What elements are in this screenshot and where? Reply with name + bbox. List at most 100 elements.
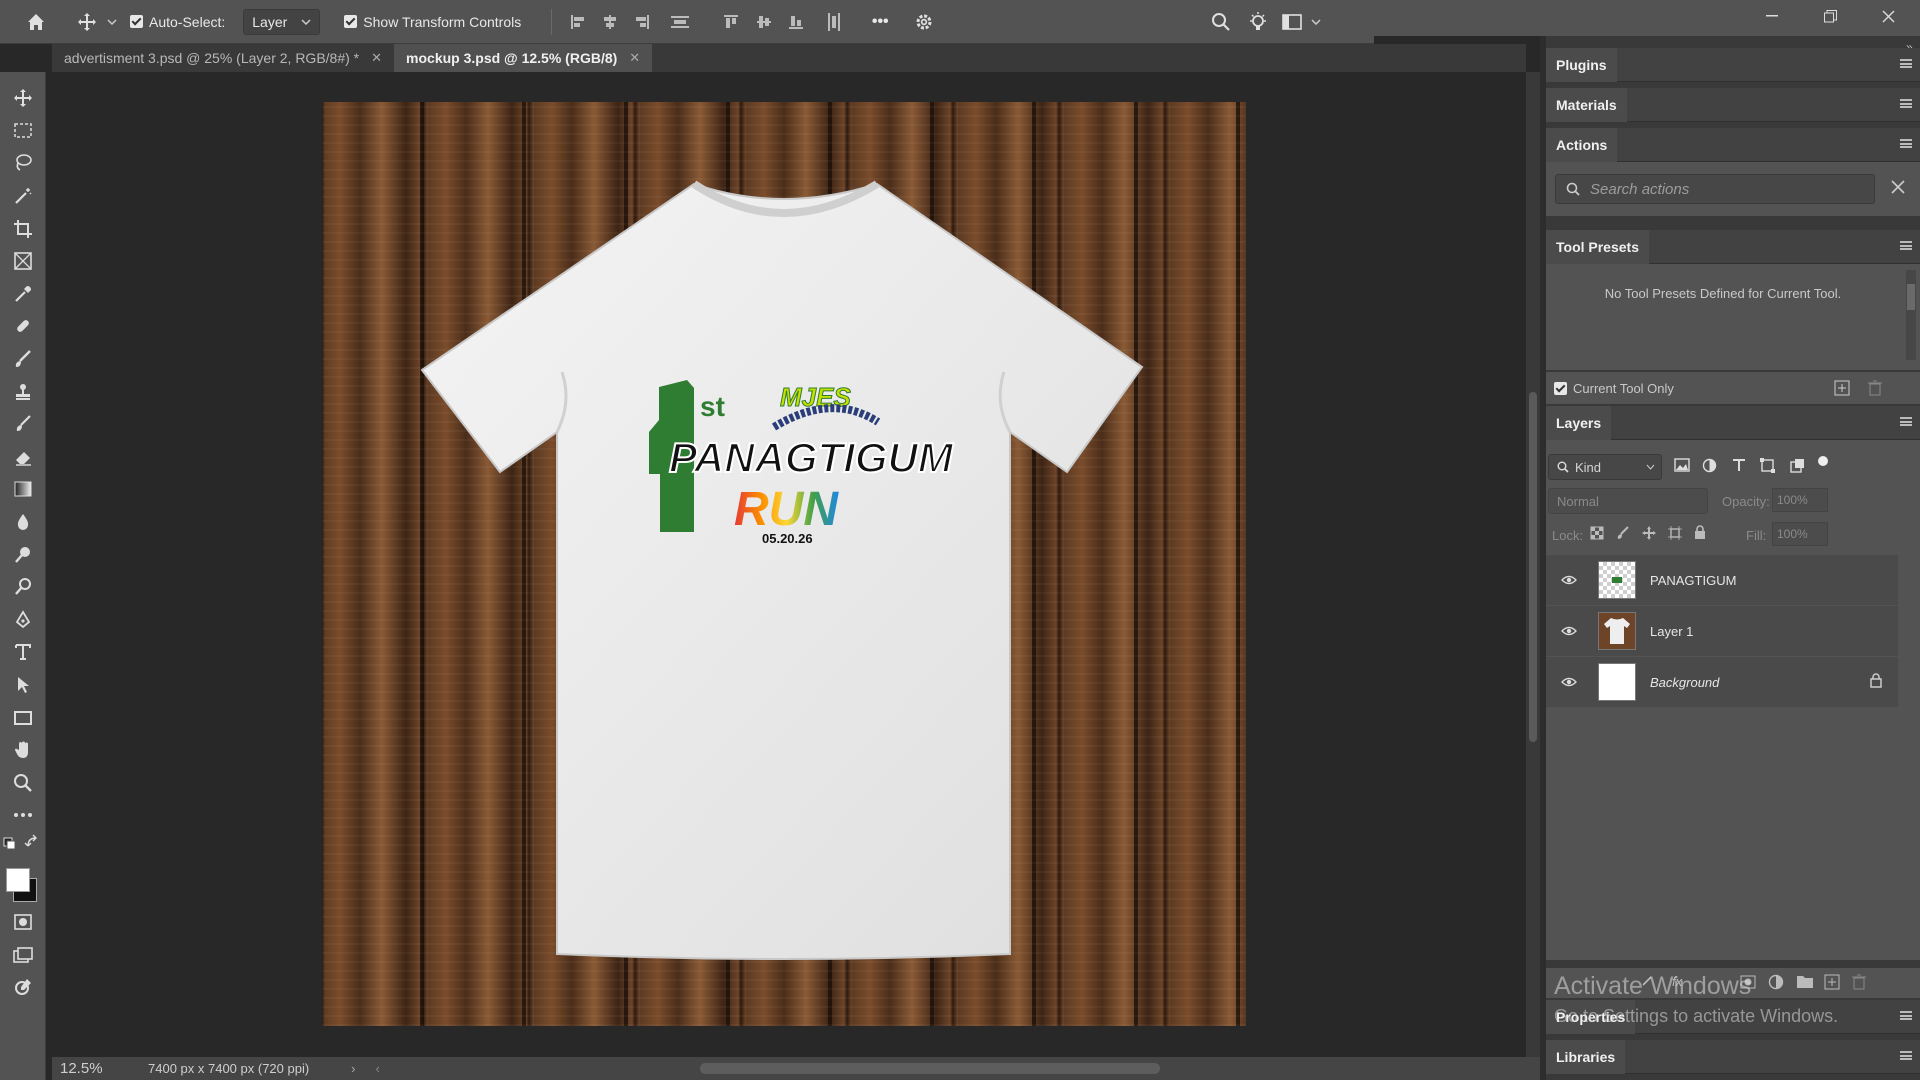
edit-toolbar-icon[interactable] [0,971,46,1004]
layers-panel-header[interactable]: Layers [1546,405,1920,440]
align-top-icon[interactable] [714,0,748,44]
lock-artboard-icon[interactable] [1668,526,1682,545]
align-left-icon[interactable] [562,0,594,44]
type-tool-icon[interactable] [0,636,46,669]
new-layer-icon[interactable] [1824,974,1840,995]
show-transform-checkbox[interactable]: Show Transform Controls [344,14,521,30]
close-icon[interactable] [1890,179,1906,200]
document-canvas[interactable]: st MJES PANAGTIGUM RUN 05.20.26 [52,72,1526,1057]
lasso-tool-icon[interactable] [0,147,46,180]
move-tool-icon[interactable] [72,0,102,44]
filter-type-icon[interactable] [1732,458,1746,477]
actions-search-input[interactable]: Search actions [1555,174,1875,204]
swap-colors-control[interactable] [0,832,45,866]
chevron-down-icon[interactable] [1306,0,1326,44]
search-icon[interactable] [1204,0,1238,44]
more-tools-icon[interactable] [0,799,46,832]
document-info[interactable]: 7400 px x 7400 px (720 ppi) [148,1061,309,1076]
chevron-down-icon[interactable] [102,0,122,44]
folder-icon[interactable] [1796,974,1814,994]
fill-input[interactable]: 100% [1772,522,1828,546]
tab-advertisment[interactable]: advertisment 3.psd @ 25% (Layer 2, RGB/8… [52,44,395,72]
align-middle-icon[interactable] [748,0,780,44]
more-options-button[interactable]: ••• [856,0,904,44]
adjustment-layer-icon[interactable] [1768,974,1784,995]
stamp-tool-icon[interactable] [0,375,46,408]
scroll-thumb[interactable] [1529,392,1537,742]
libraries-panel-header[interactable]: Libraries [1546,1039,1920,1074]
restore-icon[interactable] [1802,0,1858,32]
plugins-panel-header[interactable]: Plugins [1546,47,1920,82]
screen-mode-icon[interactable] [0,938,46,971]
zoom-tool-icon[interactable] [0,766,46,799]
layer-name[interactable]: Layer 1 [1650,624,1693,639]
minimize-icon[interactable] [1744,0,1800,32]
filter-shape-icon[interactable] [1760,458,1775,478]
rectangle-tool-icon[interactable] [0,701,46,734]
crop-tool-icon[interactable] [0,212,46,245]
move-tool-icon[interactable] [0,82,46,115]
lock-all-icon[interactable] [1694,525,1706,545]
workspace-icon[interactable] [1278,0,1306,44]
blur-tool-icon[interactable] [0,506,46,539]
chevron-left-icon[interactable]: ‹ [376,1061,380,1076]
distribute-vertical-icon[interactable] [658,0,702,44]
tool-presets-panel-header[interactable]: Tool Presets [1546,229,1920,264]
blend-mode-dropdown[interactable]: Normal [1548,488,1708,514]
layer-name[interactable]: Background [1650,675,1719,690]
layer-name[interactable]: PANAGTIGUM [1650,573,1736,588]
eraser-icon[interactable] [0,441,46,474]
close-icon[interactable] [1860,0,1916,32]
eye-icon[interactable] [1552,677,1586,687]
trash-icon[interactable] [1852,974,1866,995]
align-center-icon[interactable] [594,0,626,44]
frame-tool-icon[interactable] [0,245,46,278]
hand-tool-icon[interactable] [0,734,46,767]
path-selection-icon[interactable] [0,669,46,702]
lightbulb-icon[interactable] [1238,0,1278,44]
foreground-color-swatch[interactable] [6,867,30,892]
horizontal-scroll-thumb[interactable] [700,1063,1160,1074]
distribute-horizontal-icon[interactable] [812,0,856,44]
chevron-right-icon[interactable]: › [351,1061,355,1076]
home-icon[interactable] [0,0,72,44]
eyedropper-icon[interactable] [0,278,46,311]
magic-wand-icon[interactable] [0,180,46,213]
panel-menu-icon[interactable] [1900,241,1912,250]
close-icon[interactable]: ✕ [371,50,382,66]
align-right-icon[interactable] [626,0,658,44]
opacity-input[interactable]: 100% [1772,488,1828,512]
panel-menu-icon[interactable] [1900,417,1912,426]
lock-icon[interactable] [1870,673,1882,691]
pen-tool-icon[interactable] [0,604,46,637]
filter-adjustment-icon[interactable] [1702,458,1717,478]
trash-icon[interactable] [1868,380,1882,401]
materials-panel-header[interactable]: Materials [1546,87,1920,122]
auto-select-checkbox[interactable]: Auto-Select: [130,14,225,30]
layer-filter-dropdown[interactable]: Kind [1548,454,1662,480]
filter-pixel-icon[interactable] [1674,458,1690,477]
panel-menu-icon[interactable] [1900,1051,1912,1060]
lock-position-icon[interactable] [1642,526,1656,545]
color-swatches[interactable] [0,866,45,906]
layer-row[interactable]: PANAGTIGUM [1546,555,1898,605]
brush-tool-icon[interactable] [0,343,46,376]
gradient-tool-icon[interactable] [0,473,46,506]
new-preset-icon[interactable] [1834,380,1850,401]
panel-menu-icon[interactable] [1900,1011,1912,1020]
panel-menu-icon[interactable] [1900,99,1912,108]
gear-icon[interactable] [904,0,944,44]
vertical-scrollbar[interactable] [1526,72,1540,1057]
mockup-artwork[interactable]: st MJES PANAGTIGUM RUN 05.20.26 [322,102,1246,1026]
filter-smart-object-icon[interactable] [1790,458,1805,478]
auto-select-target-dropdown[interactable]: Layer [243,8,321,35]
panel-menu-icon[interactable] [1900,59,1912,68]
dodge-alt-icon[interactable] [0,571,46,604]
presets-scrollbar[interactable] [1906,270,1916,360]
panel-menu-icon[interactable] [1900,139,1912,148]
healing-brush-icon[interactable] [0,310,46,343]
eye-icon[interactable] [1552,626,1586,636]
align-bottom-icon[interactable] [780,0,812,44]
filter-toggle-icon[interactable] [1818,456,1828,466]
lock-pixels-icon[interactable] [1616,526,1630,545]
